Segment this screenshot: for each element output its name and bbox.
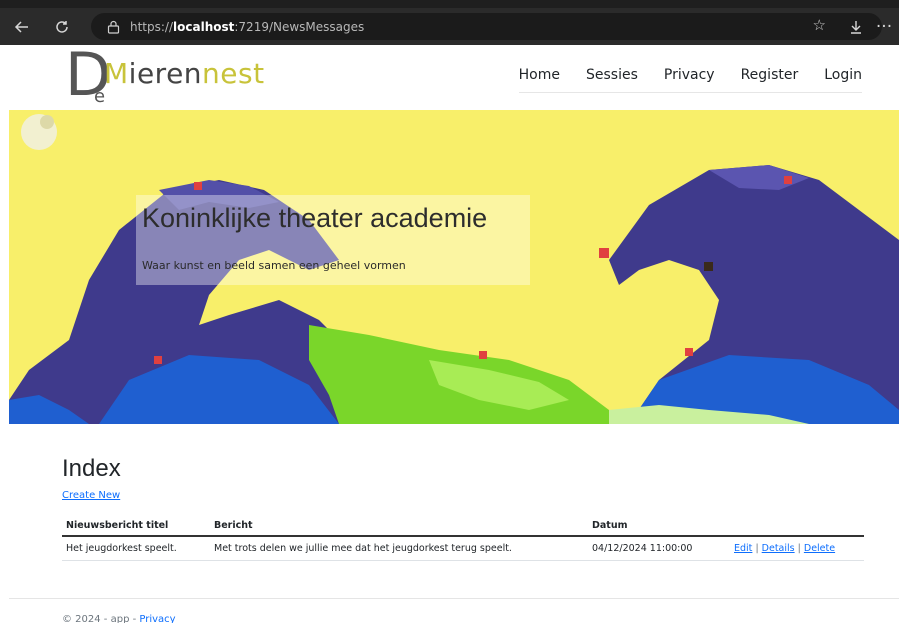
- col-header-titel: Nieuwsbericht titel: [62, 516, 210, 537]
- footer-divider: [9, 598, 899, 599]
- nav-privacy[interactable]: Privacy: [664, 67, 715, 83]
- cell-bericht: Met trots delen we jullie mee dat het je…: [210, 536, 588, 561]
- delete-link[interactable]: Delete: [804, 543, 835, 554]
- web-page: D e Mierennest Home Sessies Privacy Regi…: [9, 45, 899, 623]
- lock-icon: [106, 20, 120, 34]
- main-nav: Home Sessies Privacy Register Login: [518, 67, 862, 93]
- col-header-bericht: Bericht: [210, 516, 588, 537]
- table-header-row: Nieuwsbericht titel Bericht Datum: [62, 516, 864, 537]
- back-icon[interactable]: [6, 8, 38, 45]
- hero-subtitle: Waar kunst en beeld samen een geheel vor…: [142, 259, 406, 272]
- col-header-actions: [730, 516, 864, 537]
- hero-caption-box: Koninklijke theater academie Waar kunst …: [136, 195, 530, 285]
- main-content: Index Create New Nieuwsbericht titel Ber…: [62, 455, 864, 561]
- site-header: D e Mierennest Home Sessies Privacy Regi…: [9, 45, 899, 110]
- separator: |: [755, 543, 759, 554]
- footer-separator: -: [129, 614, 140, 623]
- footer-copyright: © 2024 -: [62, 614, 111, 623]
- nav-sessies[interactable]: Sessies: [586, 67, 638, 83]
- col-header-datum: Datum: [588, 516, 730, 537]
- nav-register[interactable]: Register: [741, 67, 799, 83]
- footer-brand: app: [110, 614, 130, 623]
- nav-login[interactable]: Login: [824, 67, 862, 83]
- hero-title: Koninklijke theater academie: [142, 203, 488, 233]
- logo-wordmark: Mierennest: [104, 57, 265, 90]
- browser-toolbar: https://localhost:7219/NewsMessages ☆ ··…: [0, 0, 899, 45]
- more-menu-icon[interactable]: ···: [872, 8, 896, 45]
- footer-privacy-link[interactable]: Privacy: [139, 614, 175, 623]
- logo-small-letter: e: [94, 86, 106, 107]
- edit-link[interactable]: Edit: [734, 543, 752, 554]
- favorite-star-icon[interactable]: ☆: [813, 16, 826, 34]
- details-link[interactable]: Details: [762, 543, 795, 554]
- address-bar[interactable]: https://localhost:7219/NewsMessages ☆: [91, 13, 882, 40]
- separator: |: [797, 543, 801, 554]
- table-row: Het jeugdorkest speelt. Met trots delen …: [62, 536, 864, 561]
- news-table: Nieuwsbericht titel Bericht Datum Het je…: [62, 516, 864, 561]
- site-logo[interactable]: D e Mierennest: [65, 45, 285, 109]
- page-title: Index: [62, 455, 121, 482]
- cell-actions: Edit | Details | Delete: [730, 536, 864, 561]
- hero-banner: Koninklijke theater academie Waar kunst …: [9, 110, 899, 424]
- download-icon[interactable]: [840, 8, 872, 45]
- cell-datum: 04/12/2024 11:00:00: [588, 536, 730, 561]
- url-text: https://localhost:7219/NewsMessages: [130, 19, 365, 34]
- nav-home[interactable]: Home: [519, 67, 560, 83]
- site-footer: © 2024 - app - Privacy: [62, 614, 176, 623]
- cell-titel: Het jeugdorkest speelt.: [62, 536, 210, 561]
- create-new-link[interactable]: Create New: [62, 490, 120, 501]
